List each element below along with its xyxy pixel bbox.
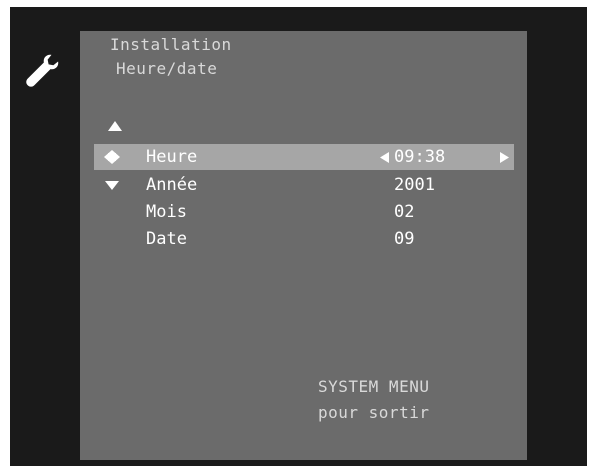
menu-item-label: Date <box>146 229 187 249</box>
triangle-up-icon[interactable] <box>108 121 122 131</box>
menu-item-annee[interactable]: Année 2001 <box>94 172 514 198</box>
wrench-icon <box>26 54 59 87</box>
menu-item-label: Heure <box>146 147 198 167</box>
triangle-left-icon[interactable] <box>380 152 389 163</box>
menu-item-value: 2001 <box>394 175 435 195</box>
menu-item-value: 09 <box>394 229 415 249</box>
osd-screen: Installation Heure/date Heure 09:38 Anné… <box>10 7 587 466</box>
breadcrumb-current: Heure/date <box>116 59 218 78</box>
exit-hint-key: SYSTEM MENU <box>318 377 430 396</box>
menu-item-value[interactable]: 09:38 <box>394 144 445 170</box>
menu-item-value: 02 <box>394 202 415 222</box>
menu-item-heure[interactable]: Heure 09:38 <box>94 144 514 170</box>
breadcrumb-parent: Installation <box>110 35 232 54</box>
menu-item-label: Année <box>146 175 198 195</box>
menu-item-label: Mois <box>146 202 187 222</box>
exit-hint-text: pour sortir <box>318 403 430 422</box>
diamond-icon <box>104 150 120 164</box>
triangle-right-icon[interactable] <box>500 152 509 163</box>
triangle-down-icon[interactable] <box>104 178 120 192</box>
menu-item-mois[interactable]: Mois 02 <box>94 199 514 225</box>
menu-panel: Installation Heure/date Heure 09:38 Anné… <box>80 31 527 460</box>
menu-item-date[interactable]: Date 09 <box>94 226 514 252</box>
